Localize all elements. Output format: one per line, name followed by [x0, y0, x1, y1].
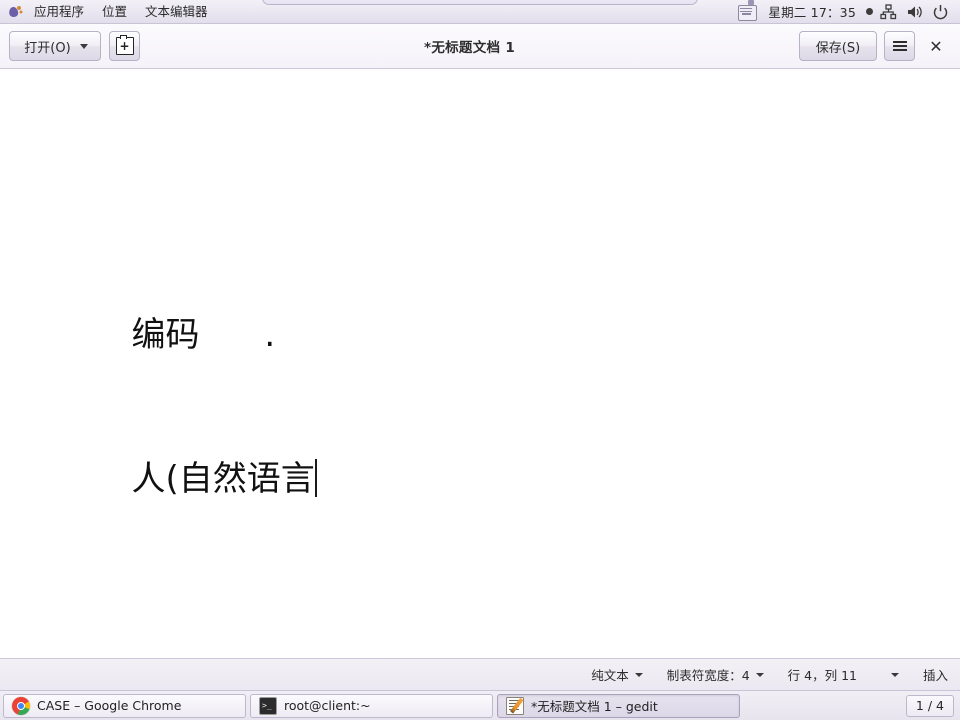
hamburger-menu-button[interactable] [884, 31, 915, 61]
panel-menu-places[interactable]: 位置 [93, 0, 136, 24]
recording-dot-icon [866, 8, 873, 15]
insert-mode-indicator: 插入 [911, 665, 960, 684]
document-line-1-text: 编码 . [131, 315, 276, 355]
network-icon[interactable] [875, 0, 901, 24]
chrome-icon [12, 696, 30, 715]
document-content: 编码 . 人(自然语言 [45, 167, 317, 551]
titlebar-right-controls: 保存(S) ✕ [799, 31, 960, 61]
cursor-position-label: 行 4，列 11 [787, 668, 857, 683]
taskbar-item-chrome[interactable]: CASE – Google Chrome [3, 693, 246, 718]
status-bar: 纯文本 制表符宽度：4 行 4，列 11 插入 [0, 658, 960, 690]
hamburger-menu-icon [892, 41, 907, 51]
taskbar-item-gedit[interactable]: *无标题文档 1 – gedit [497, 693, 740, 718]
panel-menu-text-editor[interactable]: 文本编辑器 [136, 0, 217, 24]
chevron-down-icon [634, 672, 643, 677]
panel-menu-applications-label: 应用程序 [34, 3, 85, 19]
taskbar-item-gedit-label: *无标题文档 1 – gedit [531, 699, 658, 714]
terminal-icon [259, 696, 277, 715]
close-button[interactable]: ✕ [922, 32, 950, 60]
new-document-button[interactable] [109, 31, 140, 61]
new-document-icon [115, 34, 134, 55]
titlebar-center: *无标题文档 1 [140, 36, 799, 56]
open-button[interactable]: 打开(O) [9, 31, 101, 61]
keyboard-indicator-icon[interactable] [734, 0, 760, 24]
desktop-screen: 应用程序 位置 文本编辑器 星期二 17：35 打开(O) + *无标题文档 1… [0, 0, 960, 720]
insert-mode-label: 插入 [922, 668, 948, 683]
taskbar: CASE – Google Chrome root@client:~ *无标题文… [0, 690, 960, 720]
clock[interactable]: 星期二 17：35 [760, 2, 864, 21]
open-button-label: 打开(O) [24, 40, 71, 56]
taskbar-item-terminal[interactable]: root@client:~ [250, 693, 493, 718]
document-line-2-text: 人(自然语言 [131, 459, 315, 499]
panel-menu-group: 应用程序 位置 文本编辑器 [0, 0, 217, 24]
document-line-2: 人(自然语言 [45, 407, 317, 499]
chevron-down-icon [890, 672, 899, 677]
language-selector[interactable]: 纯文本 [579, 665, 655, 684]
document-line-1: 编码 . [45, 263, 317, 355]
chevron-down-icon [755, 672, 764, 677]
osd-overlay-sliver [262, 0, 698, 5]
panel-status-group: 星期二 17：35 [734, 0, 960, 24]
page-title: *无标题文档 1 [423, 40, 516, 56]
save-button[interactable]: 保存(S) [799, 31, 877, 61]
text-cursor [314, 459, 317, 497]
document-text-view[interactable]: 编码 . 人(自然语言 [0, 69, 960, 658]
tab-width-selector-label: 制表符宽度：4 [666, 668, 750, 683]
save-button-label: 保存(S) [815, 40, 861, 56]
power-icon[interactable] [927, 0, 953, 24]
chevron-down-icon [79, 43, 88, 49]
workspace-switcher-label: 1 / 4 [915, 698, 944, 713]
cursor-position[interactable]: 行 4，列 11 [776, 665, 911, 684]
panel-menu-places-label: 位置 [102, 3, 128, 19]
volume-icon[interactable] [901, 0, 927, 24]
window-titlebar: 打开(O) *无标题文档 1 保存(S) ✕ [0, 24, 960, 69]
titlebar-left-controls: 打开(O) [0, 31, 140, 61]
tab-width-selector[interactable]: 制表符宽度：4 [655, 665, 776, 684]
gedit-icon [506, 696, 524, 715]
workspace-switcher[interactable]: 1 / 4 [905, 694, 954, 717]
panel-menu-applications[interactable]: 应用程序 [25, 0, 93, 24]
taskbar-item-terminal-label: root@client:~ [284, 698, 371, 713]
language-selector-label: 纯文本 [591, 668, 629, 683]
taskbar-item-chrome-label: CASE – Google Chrome [37, 698, 182, 713]
gnome-foot-icon[interactable] [6, 3, 24, 21]
panel-menu-text-editor-label: 文本编辑器 [145, 3, 208, 19]
